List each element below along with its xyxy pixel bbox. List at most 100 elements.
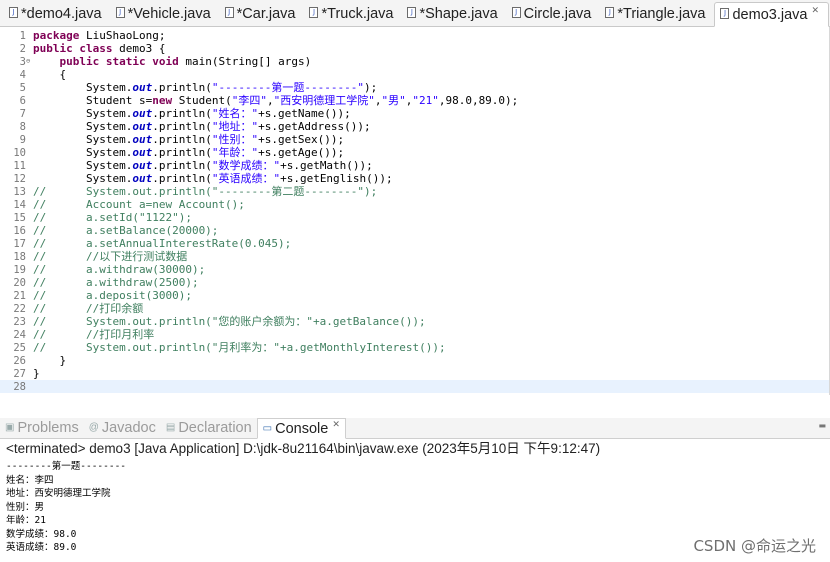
- code-line[interactable]: 9 System.out.println("性别："+s.getSex());: [0, 133, 829, 146]
- code-line[interactable]: 26 }: [0, 354, 829, 367]
- code-text: // a.withdraw(30000);: [33, 263, 206, 276]
- code-text: // System.out.println("--------第二题------…: [33, 185, 378, 198]
- code-text: // Account a=new Account();: [33, 198, 245, 211]
- code-line[interactable]: 8 System.out.println("地址："+s.getAddress(…: [0, 120, 829, 133]
- code-line[interactable]: 1 package LiuShaoLong;: [0, 29, 829, 42]
- code-text: System.out.println("性别："+s.getSex());: [33, 133, 345, 146]
- java-file-icon: J: [309, 7, 319, 18]
- panel-tab-label: Javadoc: [101, 419, 156, 436]
- console-output-line: 姓名：李四: [6, 474, 54, 486]
- panel-tab-label: Console: [275, 420, 329, 437]
- code-text: public class demo3 {: [33, 42, 166, 55]
- code-text: {: [33, 68, 67, 81]
- code-text: System.out.println("姓名："+s.getName());: [33, 107, 351, 120]
- fold-icon[interactable]: ⊖: [26, 55, 33, 68]
- code-text: System.out.println("年龄："+s.getAge());: [33, 146, 345, 159]
- code-line[interactable]: 7 System.out.println("姓名："+s.getName());: [0, 107, 829, 120]
- editor-tab-label: *Vehicle.java: [127, 5, 211, 22]
- code-line[interactable]: 21// a.deposit(3000);: [0, 289, 829, 302]
- code-line[interactable]: 18// //以下进行测试数据: [0, 250, 829, 263]
- code-text: Student s=new Student("李四","西安明德理工学院","男…: [33, 94, 519, 107]
- java-file-icon: J: [407, 7, 417, 18]
- code-line[interactable]: 16// a.setBalance(20000);: [0, 224, 829, 237]
- code-line[interactable]: 10 System.out.println("年龄："+s.getAge());: [0, 146, 829, 159]
- console-output-line: 性别：男: [6, 501, 45, 513]
- watermark: CSDN @命运之光: [693, 537, 816, 555]
- panel-tab-label: Declaration: [178, 419, 252, 436]
- code-line[interactable]: 6 Student s=new Student("李四","西安明德理工学院",…: [0, 94, 829, 107]
- view-menu-icon[interactable]: ▬: [818, 421, 826, 430]
- code-line[interactable]: 14// Account a=new Account();: [0, 198, 829, 211]
- code-line[interactable]: 3⊖ public static void main(String[] args…: [0, 55, 829, 68]
- tab-problems[interactable]: ▣ Problems: [0, 417, 84, 438]
- console-output-line: 英语成绩：89.0: [6, 542, 77, 553]
- bottom-panel-tab-bar: ▣ Problems @ Javadoc ▤ Declaration ▭ Console ✕: [0, 418, 830, 439]
- javadoc-icon: @: [88, 422, 99, 433]
- code-line[interactable]: 2 public class demo3 {: [0, 42, 829, 55]
- code-text: }: [33, 354, 67, 367]
- java-file-icon: J: [224, 7, 234, 18]
- code-editor[interactable]: ◀ 1package LiuShaoLong;2public class dem…: [0, 27, 830, 395]
- editor-tab-label: *demo4.java: [21, 5, 102, 22]
- java-file-icon: J: [9, 7, 18, 18]
- code-line[interactable]: 13// System.out.println("--------第二题----…: [0, 185, 829, 198]
- code-text: // a.deposit(3000);: [33, 289, 192, 302]
- code-text: // //打印余额: [33, 302, 144, 315]
- editor-tab-label: *Truck.java: [321, 5, 394, 22]
- editor-tab[interactable]: J *Vehicle.java: [111, 1, 220, 26]
- code-line[interactable]: 12 System.out.println("英语成绩："+s.getEngli…: [0, 172, 829, 185]
- code-text: System.out.println("地址："+s.getAddress())…: [33, 120, 371, 133]
- code-text: // a.setBalance(20000);: [33, 224, 219, 237]
- code-text: // a.setAnnualInterestRate(0.045);: [33, 237, 292, 250]
- console-output: --------第一题-------- 姓名：李四 地址：西安明德理工学院 性别：男年…: [6, 460, 126, 555]
- java-file-icon: J: [115, 7, 125, 18]
- code-line[interactable]: 17// a.setAnnualInterestRate(0.045);: [0, 237, 829, 250]
- code-line[interactable]: 4 {: [0, 68, 829, 81]
- editor-tab[interactable]: J *Shape.java: [402, 1, 506, 26]
- editor-tab[interactable]: J *demo4.java: [4, 1, 111, 26]
- panel-tab-label: Problems: [17, 419, 79, 436]
- code-text: }: [33, 367, 40, 380]
- code-line[interactable]: 23// System.out.println("您的账户余额为："+a.get…: [0, 315, 829, 328]
- code-line[interactable]: 5 System.out.println("--------第一题-------…: [0, 81, 829, 94]
- code-text: // System.out.println("您的账户余额为："+a.getBa…: [33, 315, 426, 328]
- tab-javadoc[interactable]: @ Javadoc: [84, 417, 161, 438]
- code-line[interactable]: 20// a.withdraw(2500);: [0, 276, 829, 289]
- code-line[interactable]: 11 System.out.println("数学成绩："+s.getMath(…: [0, 159, 829, 172]
- code-line[interactable]: 22// //打印余额: [0, 302, 829, 315]
- code-text: // a.withdraw(2500);: [33, 276, 199, 289]
- editor-tab-label: demo3.java: [732, 6, 808, 23]
- editor-tab[interactable]: J *Car.java: [220, 1, 305, 26]
- code-text: // //以下进行测试数据: [33, 250, 188, 263]
- code-text: System.out.println("数学成绩："+s.getMath());: [33, 159, 373, 172]
- code-text: System.out.println("--------第一题--------"…: [33, 81, 378, 94]
- editor-tab[interactable]: J *Triangle.java: [600, 1, 714, 26]
- editor-tab-label: *Triangle.java: [617, 5, 706, 22]
- editor-tab-label: *Shape.java: [419, 5, 498, 22]
- code-line[interactable]: 27}: [0, 367, 829, 380]
- code-line[interactable]: 19// a.withdraw(30000);: [0, 263, 829, 276]
- code-line[interactable]: 24// //打印月利率: [0, 328, 829, 341]
- console-output-line: 数学成绩：98.0: [6, 528, 77, 540]
- editor-tab[interactable]: J Circle.java: [507, 1, 601, 26]
- problems-icon: ▣: [5, 422, 15, 433]
- editor-tab[interactable]: J *Truck.java: [304, 1, 402, 26]
- java-file-icon: J: [605, 7, 615, 18]
- java-file-icon: J: [720, 8, 730, 19]
- close-tab-icon[interactable]: ✕: [332, 419, 340, 430]
- java-file-icon: J: [511, 7, 521, 18]
- console-output-line: --------第一题--------: [6, 461, 127, 472]
- editor-tab[interactable]: Jdemo3.java ✕: [714, 2, 829, 27]
- console-output-line: 地址：西安明德理工学院: [6, 488, 111, 499]
- editor-tab-label: *Car.java: [236, 5, 296, 22]
- code-line[interactable]: 28: [0, 380, 829, 393]
- close-tab-icon[interactable]: ✕: [811, 5, 819, 16]
- editor-tab-label: Circle.java: [523, 5, 592, 22]
- tab-console[interactable]: ▭ Console ✕: [256, 418, 346, 439]
- code-text: // System.out.println("月利率为："+a.getMonth…: [33, 341, 446, 354]
- code-line[interactable]: 25// System.out.println("月利率为："+a.getMon…: [0, 341, 829, 354]
- code-line[interactable]: 15// a.setId("1122");: [0, 211, 829, 224]
- tab-declaration[interactable]: ▤ Declaration: [161, 417, 257, 438]
- console-launch-header: <terminated> demo3 [Java Application] D:…: [6, 441, 601, 456]
- code-text: // a.setId("1122");: [33, 211, 192, 224]
